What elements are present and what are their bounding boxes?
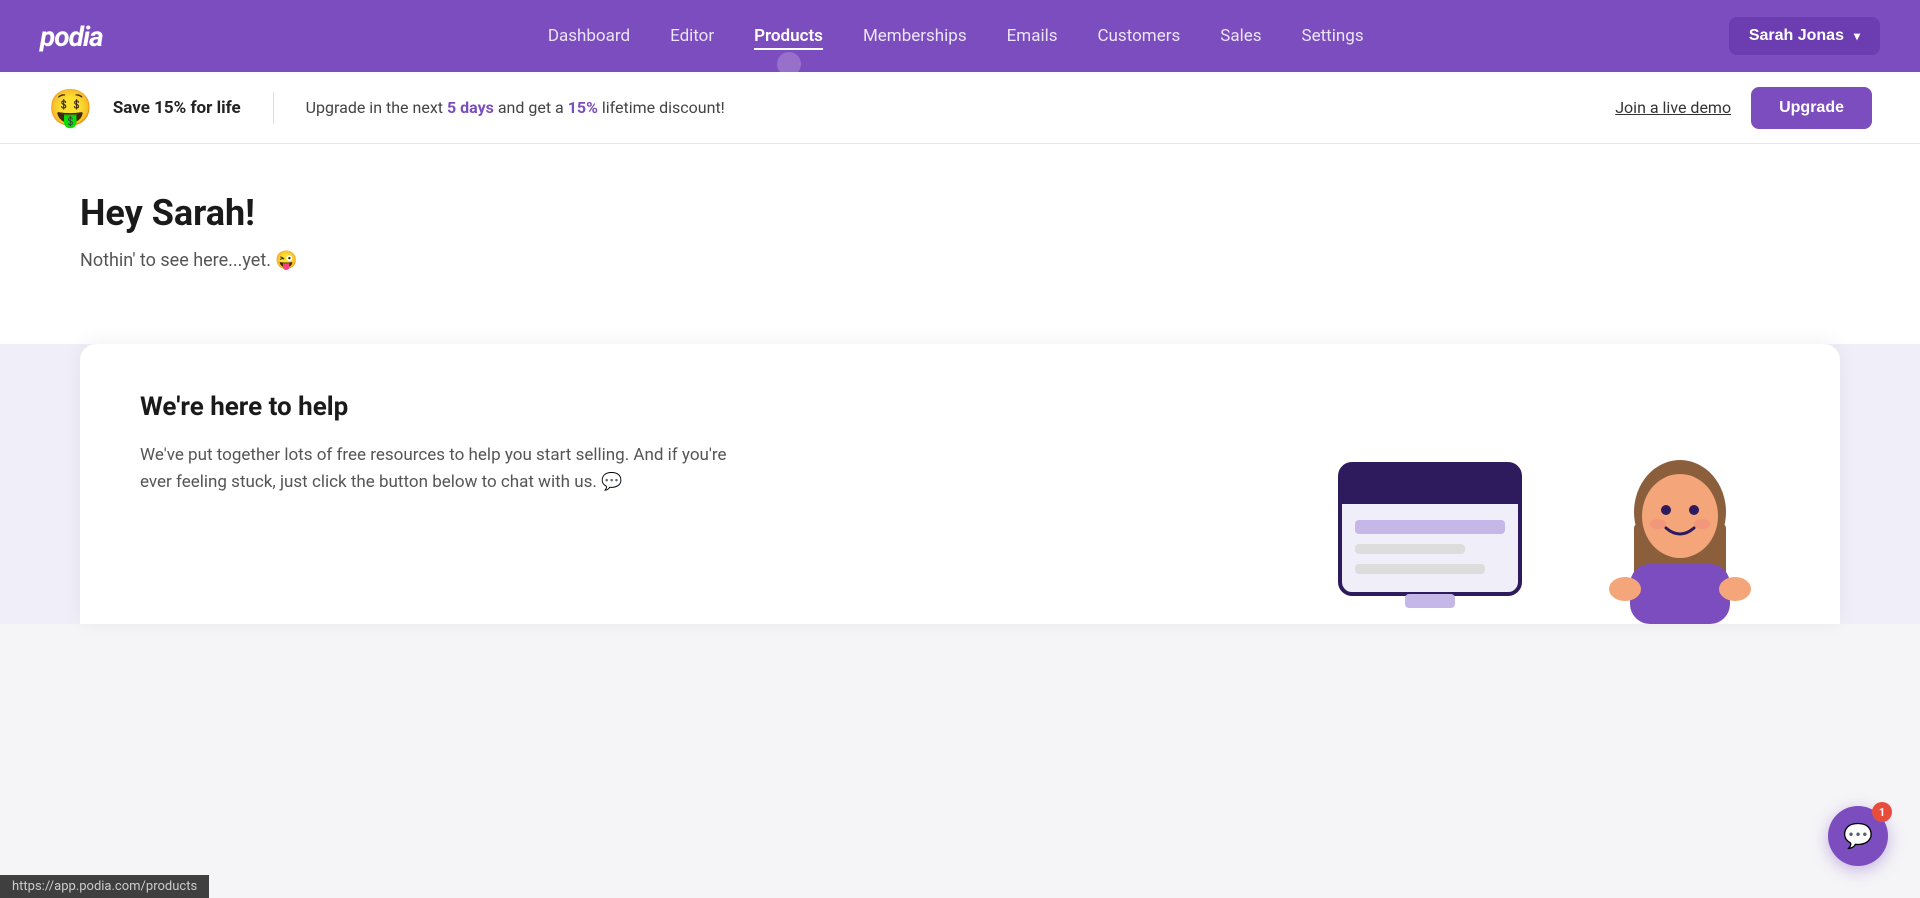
main-content: Hey Sarah! Nothin' to see here...yet. 😜 <box>0 144 1920 344</box>
logo[interactable]: podia <box>40 20 103 53</box>
help-illustrations <box>1320 444 1760 624</box>
nav-link-emails[interactable]: Emails <box>1007 22 1058 50</box>
greeting-heading: Hey Sarah! <box>80 192 1840 234</box>
help-title: We're here to help <box>140 392 740 422</box>
help-description: We've put together lots of free resource… <box>140 442 740 496</box>
banner-days-highlight: 5 days <box>447 98 494 117</box>
nav-link-customers[interactable]: Customers <box>1097 22 1180 50</box>
chat-icon: 💬 <box>1843 822 1873 850</box>
computer-screen-illustration <box>1320 444 1540 624</box>
chat-notification-badge: 1 <box>1872 802 1892 822</box>
banner-emoji: 🤑 <box>48 87 93 129</box>
subtitle-text: Nothin' to see here...yet. 😜 <box>80 250 1840 271</box>
nav-links: Dashboard Editor Products Memberships Em… <box>183 22 1729 50</box>
browser-status-bar: https://app.podia.com/products <box>0 875 209 898</box>
banner-text-middle: and get a <box>494 98 568 117</box>
nav-link-products[interactable]: Products <box>754 22 823 50</box>
help-text-section: We're here to help We've put together lo… <box>140 392 740 496</box>
user-name-label: Sarah Jonas <box>1749 27 1844 45</box>
help-card-wrapper: We're here to help We've put together lo… <box>0 344 1920 624</box>
help-card: We're here to help We've put together lo… <box>80 344 1840 624</box>
chat-bubble[interactable]: 💬 1 <box>1828 806 1888 866</box>
promo-banner: 🤑 Save 15% for life Upgrade in the next … <box>0 72 1920 144</box>
banner-pct-highlight: 15% <box>568 98 598 117</box>
lower-section: We're here to help We've put together lo… <box>0 344 1920 624</box>
banner-description: Upgrade in the next 5 days and get a 15%… <box>306 98 1596 117</box>
chevron-down-icon: ▾ <box>1854 29 1860 43</box>
banner-text-after: lifetime discount! <box>598 98 725 117</box>
user-menu-button[interactable]: Sarah Jonas ▾ <box>1729 17 1880 55</box>
nav-link-sales[interactable]: Sales <box>1220 22 1261 50</box>
nav-link-editor[interactable]: Editor <box>670 22 714 50</box>
person-illustration <box>1600 444 1760 624</box>
navigation: podia Dashboard Editor Products Membersh… <box>0 0 1920 72</box>
nav-link-dashboard[interactable]: Dashboard <box>548 22 630 50</box>
banner-title: Save 15% for life <box>113 98 241 118</box>
nav-link-settings[interactable]: Settings <box>1302 22 1364 50</box>
upgrade-button[interactable]: Upgrade <box>1751 87 1872 129</box>
nav-link-memberships[interactable]: Memberships <box>863 22 967 50</box>
banner-actions: Join a live demo Upgrade <box>1615 87 1872 129</box>
banner-divider <box>273 92 274 124</box>
join-live-demo-link[interactable]: Join a live demo <box>1615 98 1731 117</box>
banner-text-before: Upgrade in the next <box>306 98 447 117</box>
